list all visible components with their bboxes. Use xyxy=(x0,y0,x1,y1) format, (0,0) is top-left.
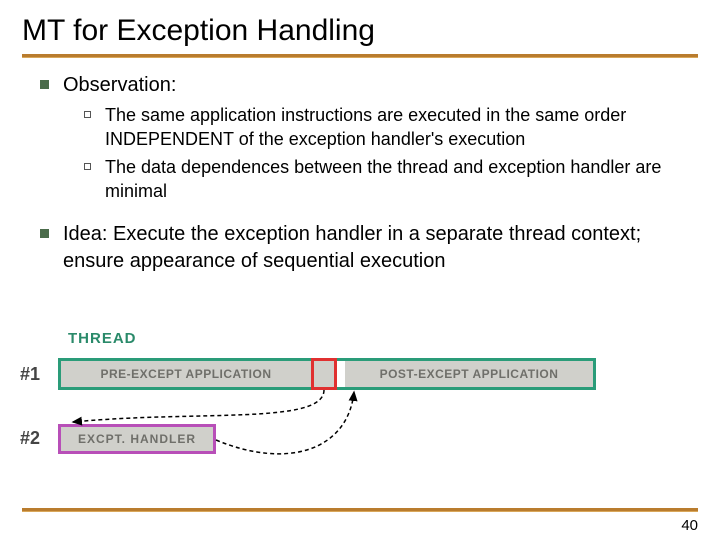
post-except-application-box: POST-EXCEPT APPLICATION xyxy=(345,361,593,387)
thread-heading: THREAD xyxy=(68,330,137,347)
title-divider xyxy=(22,54,698,58)
hollow-square-icon xyxy=(84,111,91,118)
thread-diagram: THREAD #1 PRE-EXCEPT APPLICATION POST-EX… xyxy=(18,330,702,480)
exception-handler-box: EXCPT. HANDLER xyxy=(58,424,216,454)
row-1-bar: PRE-EXCEPT APPLICATION POST-EXCEPT APPLI… xyxy=(58,358,596,390)
content-area: Observation: The same application instru… xyxy=(22,72,698,275)
exception-marker-box xyxy=(311,358,337,390)
bullet-square-icon xyxy=(40,229,49,238)
sub-bullet-1-text: The same application instructions are ex… xyxy=(105,103,698,152)
observation-sublist: The same application instructions are ex… xyxy=(40,103,698,203)
observation-label: Observation: xyxy=(63,72,176,99)
row-2-label: #2 xyxy=(20,428,40,449)
bullet-idea: Idea: Execute the exception handler in a… xyxy=(40,221,698,275)
pre-except-application-box: PRE-EXCEPT APPLICATION xyxy=(61,361,311,387)
hollow-square-icon xyxy=(84,163,91,170)
sub-bullet-1: The same application instructions are ex… xyxy=(84,103,698,152)
page-number: 40 xyxy=(681,517,698,534)
footer-divider xyxy=(22,508,698,512)
dependency-arrows xyxy=(18,330,702,480)
bullet-square-icon xyxy=(40,80,49,89)
bullet-observation: Observation: xyxy=(40,72,698,99)
row-1-separator xyxy=(337,358,345,390)
row-1-label: #1 xyxy=(20,364,40,385)
idea-text: Idea: Execute the exception handler in a… xyxy=(63,221,698,275)
sub-bullet-2: The data dependences between the thread … xyxy=(84,155,698,204)
slide-title: MT for Exception Handling xyxy=(22,14,698,54)
sub-bullet-2-text: The data dependences between the thread … xyxy=(105,155,698,204)
